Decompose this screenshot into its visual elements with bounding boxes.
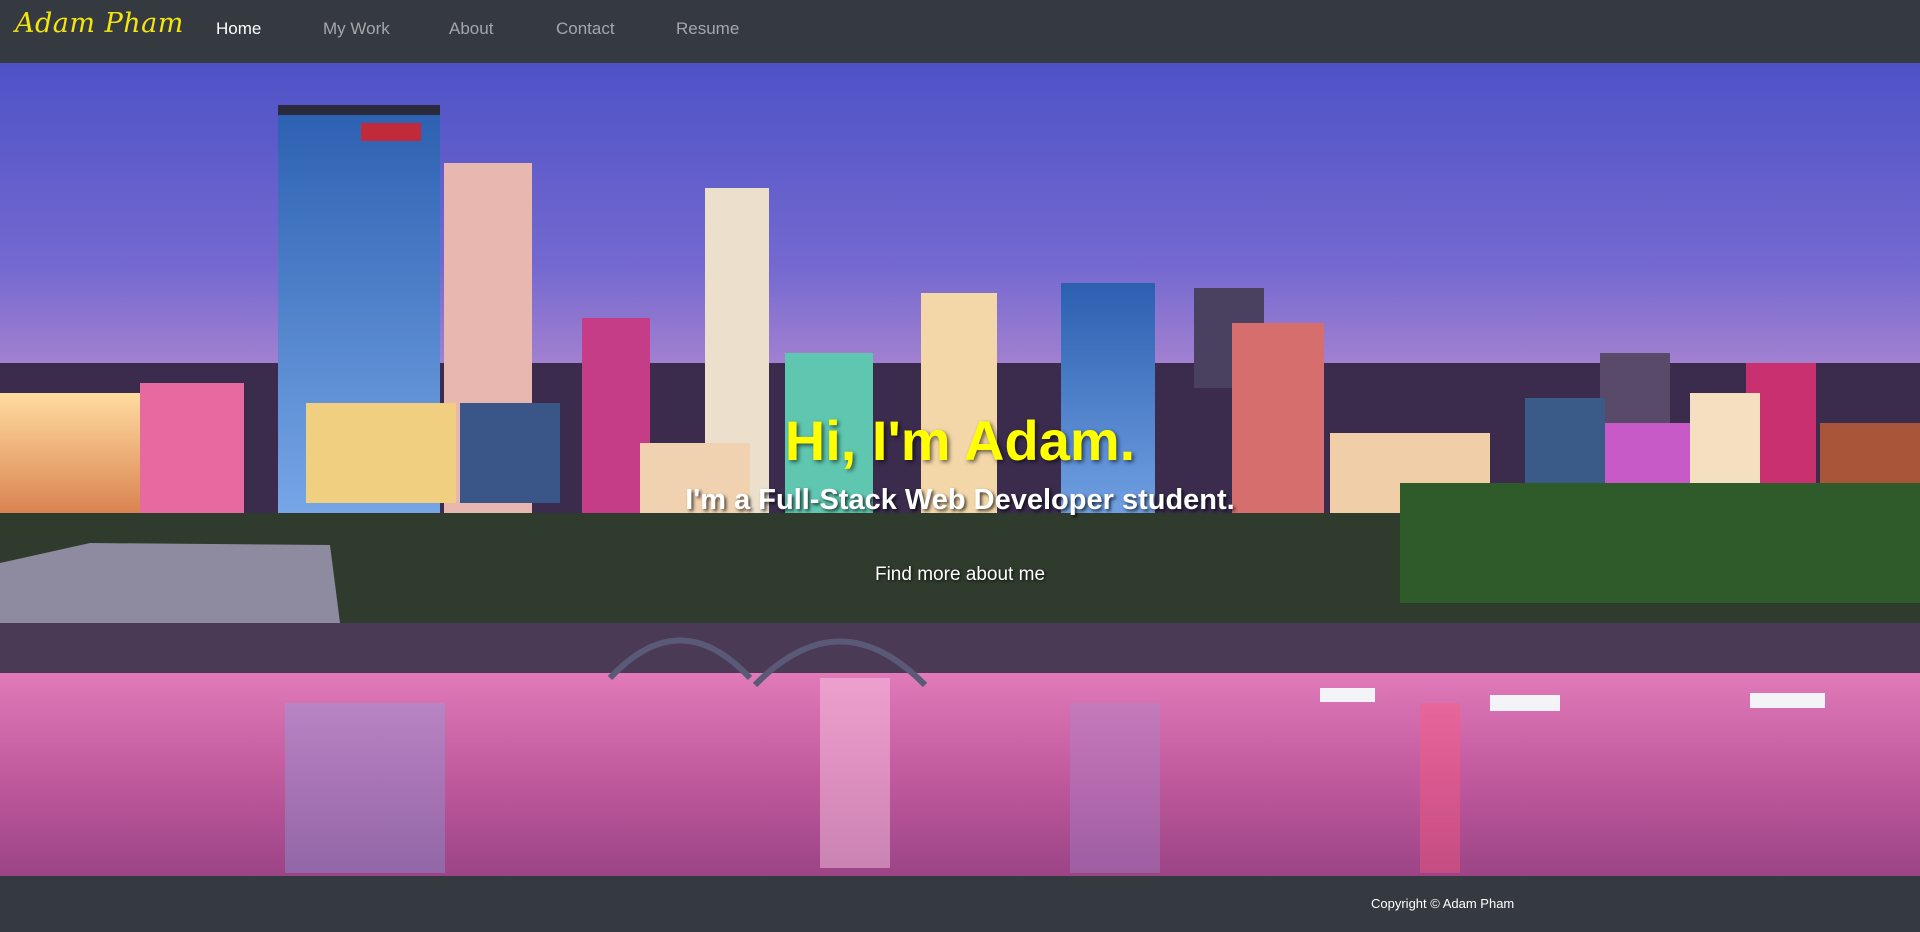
nav-about-link[interactable]: About <box>449 19 493 39</box>
navbar: Adam Pham Home My Work About Contact Res… <box>0 0 1920 63</box>
brand-logo[interactable]: Adam Pham <box>15 8 184 39</box>
copyright-text: Copyright © Adam Pham <box>1371 896 1515 911</box>
hero-title: Hi, I'm Adam. <box>784 409 1136 472</box>
hero-content: Hi, I'm Adam. I'm a Full-Stack Web Devel… <box>0 63 1920 876</box>
find-more-link-label[interactable]: Find more about me <box>875 564 1045 585</box>
nav-resume-link[interactable]: Resume <box>676 19 739 39</box>
nav-my-work-link[interactable]: My Work <box>323 19 390 39</box>
nav-contact-link[interactable]: Contact <box>556 19 615 39</box>
nav-home-link[interactable]: Home <box>216 19 261 39</box>
find-more-link[interactable]: Find more about me <box>0 564 1920 586</box>
footer: Copyright © Adam Pham <box>0 876 1920 932</box>
hero-section: Hi, I'm Adam. I'm a Full-Stack Web Devel… <box>0 63 1920 876</box>
hero-subtitle: I'm a Full-Stack Web Developer student. <box>685 484 1235 516</box>
